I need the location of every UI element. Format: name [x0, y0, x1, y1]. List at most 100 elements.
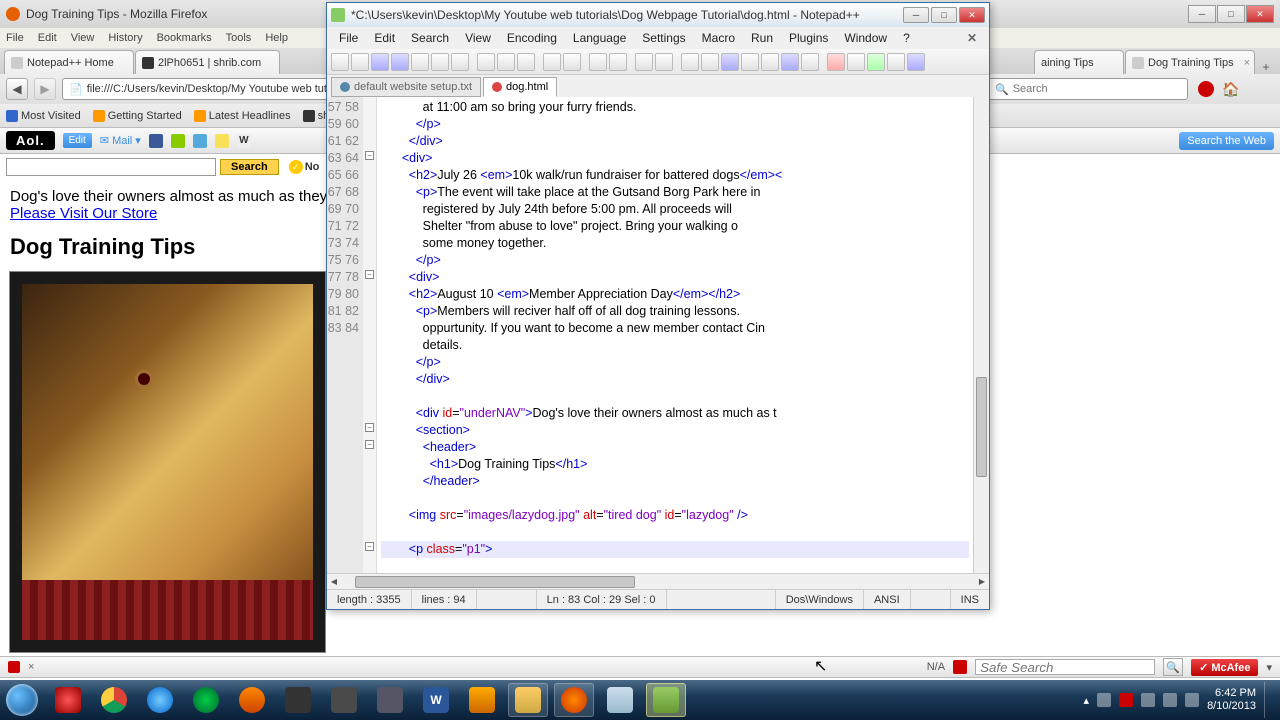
save-all-icon[interactable] — [391, 53, 409, 71]
twitter-icon[interactable] — [193, 134, 207, 148]
tab-shrib[interactable]: 2lPh0651 | shrib.com — [135, 50, 280, 74]
code-editor[interactable]: 57 58 59 60 61 62 63 64 65 66 67 68 69 7… — [327, 97, 989, 573]
scroll-left-icon[interactable]: ◀ — [327, 575, 341, 589]
close-file-icon[interactable] — [411, 53, 429, 71]
adblock-icon[interactable] — [8, 661, 20, 673]
maximize-button[interactable]: □ — [1217, 5, 1245, 23]
taskbar-wmp[interactable] — [232, 683, 272, 717]
play-macro-icon[interactable] — [867, 53, 885, 71]
scrollbar-thumb[interactable] — [976, 377, 987, 477]
menu-history[interactable]: History — [108, 32, 142, 44]
save-macro-icon[interactable] — [907, 53, 925, 71]
aol-search-button[interactable]: Search — [220, 159, 279, 175]
zoom-out-icon[interactable] — [655, 53, 673, 71]
run-macro-icon[interactable] — [887, 53, 905, 71]
taskbar-app2[interactable] — [370, 683, 410, 717]
bookmark-getting-started[interactable]: Getting Started — [93, 110, 182, 122]
ebay-icon[interactable] — [215, 134, 229, 148]
npp-menu-encoding[interactable]: Encoding — [501, 29, 563, 47]
taskbar-word[interactable]: W — [416, 683, 456, 717]
npp-menu-file[interactable]: File — [333, 29, 364, 47]
aol-mail[interactable]: ✉ Mail ▾ — [100, 134, 141, 147]
code-area[interactable]: at 11:00 am so bring your furry friends.… — [377, 97, 973, 573]
open-file-icon[interactable] — [351, 53, 369, 71]
back-button[interactable]: ◀ — [6, 78, 28, 100]
show-desktop-button[interactable] — [1264, 682, 1272, 718]
minimize-button[interactable]: ─ — [1188, 5, 1216, 23]
aol-logo[interactable]: Aol. — [6, 131, 55, 150]
lang-icon[interactable] — [781, 53, 799, 71]
search-icon[interactable]: 🔍 — [1163, 658, 1183, 676]
undo-icon[interactable] — [543, 53, 561, 71]
bookmark-latest-headlines[interactable]: Latest Headlines — [194, 110, 291, 122]
taskbar-notepad[interactable] — [600, 683, 640, 717]
npp-maximize-button[interactable]: □ — [931, 7, 957, 23]
start-button[interactable] — [2, 680, 42, 720]
hscrollbar-thumb[interactable] — [355, 576, 635, 588]
record-macro-icon[interactable] — [827, 53, 845, 71]
copy-icon[interactable] — [497, 53, 515, 71]
tray-network-icon[interactable] — [1141, 693, 1155, 707]
clock[interactable]: 6:42 PM 8/10/2013 — [1207, 687, 1256, 713]
npp-menu-macro[interactable]: Macro — [696, 29, 741, 47]
wikipedia-icon[interactable]: W — [237, 134, 251, 148]
mcafee-brand-button[interactable]: ✓ McAfee — [1191, 659, 1258, 676]
npp-menu-window[interactable]: Window — [838, 29, 893, 47]
find-icon[interactable] — [589, 53, 607, 71]
npp-menu-plugins[interactable]: Plugins — [783, 29, 834, 47]
cut-icon[interactable] — [477, 53, 495, 71]
close-bar-icon[interactable]: × — [28, 661, 34, 673]
horizontal-scrollbar[interactable]: ◀ ▶ — [327, 573, 989, 589]
forward-button[interactable]: ▶ — [34, 78, 56, 100]
facebook-icon[interactable] — [149, 134, 163, 148]
bookmark-most-visited[interactable]: Most Visited — [6, 110, 81, 122]
replace-icon[interactable] — [609, 53, 627, 71]
shield-icon[interactable] — [953, 660, 967, 674]
menu-edit[interactable]: Edit — [38, 32, 57, 44]
filetab-default-setup[interactable]: default website setup.txt — [331, 77, 481, 97]
tray-expand-icon[interactable]: ▴ — [1084, 694, 1090, 707]
menu-file[interactable]: File — [6, 32, 24, 44]
tab-notepadpp-home[interactable]: Notepad++ Home — [4, 50, 134, 74]
dropdown-icon[interactable]: ▾ — [1266, 661, 1272, 674]
npp-menu-edit[interactable]: Edit — [368, 29, 401, 47]
zoom-in-icon[interactable] — [635, 53, 653, 71]
npp-menu-run[interactable]: Run — [745, 29, 779, 47]
record-icon[interactable] — [1198, 81, 1214, 97]
close-all-icon[interactable] — [431, 53, 449, 71]
taskbar-chrome[interactable] — [94, 683, 134, 717]
taskbar-onenote[interactable] — [462, 683, 502, 717]
new-file-icon[interactable] — [331, 53, 349, 71]
menu-view[interactable]: View — [71, 32, 95, 44]
indent-guide-icon[interactable] — [761, 53, 779, 71]
tray-security-icon[interactable] — [1119, 693, 1133, 707]
npp-menu-settings[interactable]: Settings — [636, 29, 691, 47]
tab-dog-training-tips[interactable]: Dog Training Tips× — [1125, 50, 1255, 74]
tray-action-center-icon[interactable] — [1185, 693, 1199, 707]
redo-icon[interactable] — [563, 53, 581, 71]
menu-bookmarks[interactable]: Bookmarks — [157, 32, 212, 44]
tab-training-tips-partial[interactable]: aining Tips — [1034, 50, 1124, 74]
taskbar-movie-maker[interactable] — [278, 683, 318, 717]
menu-tools[interactable]: Tools — [226, 32, 252, 44]
tray-icon[interactable] — [1097, 693, 1111, 707]
sync-h-icon[interactable] — [701, 53, 719, 71]
taskbar-firefox[interactable] — [554, 683, 594, 717]
print-icon[interactable] — [451, 53, 469, 71]
taskbar-explorer[interactable] — [508, 683, 548, 717]
aol-search-input[interactable] — [6, 158, 216, 176]
save-icon[interactable] — [371, 53, 389, 71]
filetab-dog-html[interactable]: dog.html — [483, 77, 557, 97]
npp-menu-help[interactable]: ? — [897, 29, 916, 47]
npp-menu-search[interactable]: Search — [405, 29, 455, 47]
taskbar-opera[interactable] — [48, 683, 88, 717]
scroll-right-icon[interactable]: ▶ — [975, 575, 989, 589]
show-chars-icon[interactable] — [741, 53, 759, 71]
menu-help[interactable]: Help — [265, 32, 288, 44]
home-button[interactable]: 🏠 — [1220, 78, 1242, 100]
wrap-icon[interactable] — [721, 53, 739, 71]
aol-edit-button[interactable]: Edit — [63, 133, 92, 148]
safe-search-input[interactable] — [975, 659, 1155, 675]
taskbar-notepadpp[interactable] — [646, 683, 686, 717]
tab-close-icon[interactable]: × — [1244, 57, 1250, 69]
